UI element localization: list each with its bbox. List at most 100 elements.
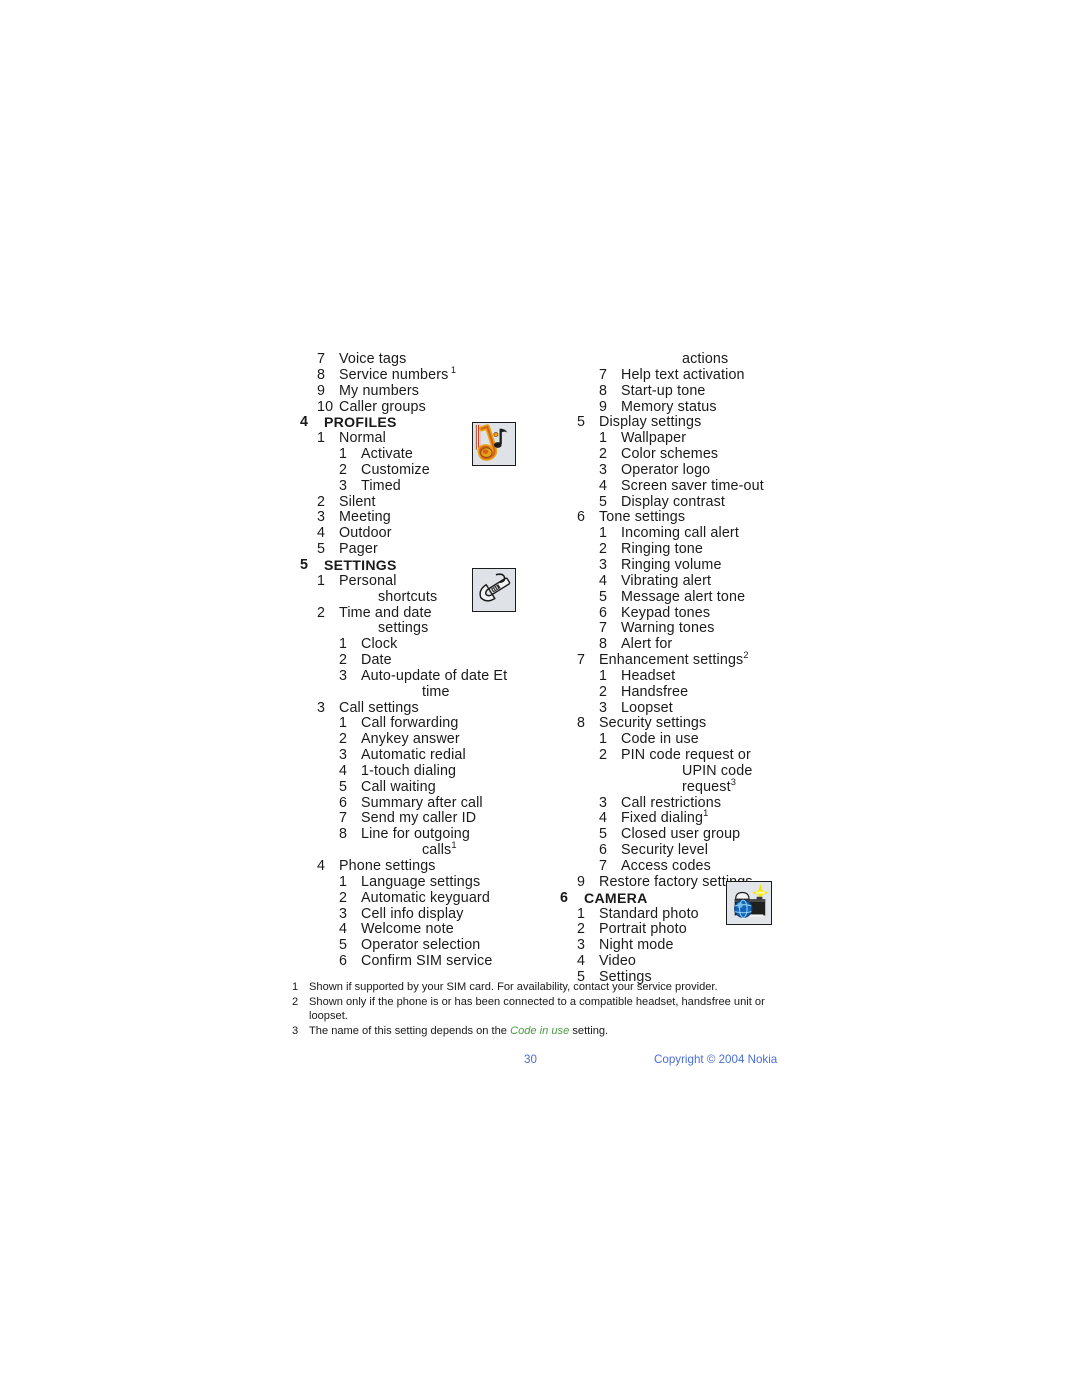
copyright-notice: Copyright © 2004 Nokia bbox=[654, 1053, 778, 1066]
menu-item-number: 6 bbox=[339, 953, 348, 970]
menu-item-number: 5 bbox=[577, 414, 586, 431]
menu-item-label: Message alert tone bbox=[621, 588, 800, 606]
menu-item-number: 6 bbox=[560, 889, 569, 906]
menu-item-label: Incoming call alert bbox=[621, 525, 800, 542]
menu-item-label: Pager bbox=[339, 541, 540, 558]
footnote-text: Shown only if the phone is or has been c… bbox=[309, 995, 765, 1023]
footnote-marker: 1 bbox=[451, 840, 457, 851]
footnote-text: The name of this setting depends on the bbox=[309, 1024, 511, 1037]
menu-item-label: Tone settings bbox=[599, 510, 800, 526]
menu-item-label: Operator logo bbox=[621, 462, 800, 479]
menu-item-number: 4 bbox=[599, 477, 608, 494]
menu-item-label: Screen saver time-out bbox=[621, 478, 800, 495]
menu-item: 5 Operator selection bbox=[300, 937, 540, 954]
footnote-number: 1 bbox=[292, 981, 299, 993]
menu-item-number: 3 bbox=[339, 905, 348, 922]
menu-item: 8 Service numbers 1 bbox=[300, 365, 540, 384]
menu-item-text: time bbox=[422, 683, 450, 700]
menu-item-text: Color schemes bbox=[621, 446, 719, 463]
menu-item-number: 4 bbox=[577, 953, 586, 970]
menu-item-label: Wallpaper bbox=[621, 430, 800, 447]
menu-item-number: 7 bbox=[317, 351, 326, 367]
menu-item-number: 2 bbox=[317, 493, 326, 510]
menu-item: 1 Headset bbox=[560, 668, 800, 685]
menu-item-number: 2 bbox=[339, 889, 348, 906]
menu-item-text: Welcome note bbox=[361, 921, 454, 938]
menu-item: 9 Memory status bbox=[560, 399, 800, 416]
menu-item-text: Display settings bbox=[599, 414, 702, 431]
menu-item-label: Start-up tone bbox=[621, 382, 800, 400]
menu-item-text: Ringing tone bbox=[621, 541, 703, 558]
menu-item: 4 Welcome note bbox=[300, 921, 540, 938]
menu-item: 3 Loopset bbox=[560, 699, 800, 717]
menu-item-number: 8 bbox=[599, 636, 608, 653]
menu-item: 6 Security level bbox=[560, 842, 800, 859]
menu-item: 3 Operator logo bbox=[560, 461, 800, 479]
menu-item-number: 5 bbox=[300, 556, 309, 573]
menu-item-label: Send my caller ID bbox=[361, 811, 540, 827]
menu-item-text: Display contrast bbox=[621, 493, 725, 510]
menu-item: 5 Display contrast bbox=[560, 493, 800, 511]
menu-item-text: Ringing volume bbox=[621, 556, 722, 573]
menu-item-text: settings bbox=[378, 620, 429, 637]
footnote: 3 The name of this setting depends on the… bbox=[292, 1024, 792, 1039]
menu-item-text: Clock bbox=[361, 636, 398, 653]
menu-item-label: Caller groups bbox=[339, 398, 540, 416]
menu-item-text: Call waiting bbox=[361, 778, 436, 795]
menu-item-label: Fixed dialing1 bbox=[621, 809, 800, 827]
menu-item-number: 7 bbox=[599, 620, 608, 637]
menu-item-number: 2 bbox=[599, 747, 608, 764]
menu-item-text: Caller groups bbox=[339, 398, 426, 415]
menu-item-text: Wallpaper bbox=[621, 430, 687, 447]
menu-item: 2 Automatic keyguard bbox=[300, 889, 540, 907]
menu-item-label: time bbox=[422, 683, 540, 701]
menu-item: settings bbox=[300, 620, 540, 637]
menu-item-number: 8 bbox=[599, 382, 608, 399]
menu-item-label: Automatic redial bbox=[361, 747, 540, 764]
menu-item: 2 Anykey answer bbox=[300, 731, 540, 748]
menu-item-text: Language settings bbox=[361, 873, 481, 890]
menu-item-text: Night mode bbox=[599, 937, 674, 954]
menu-item: 4 Phone settings bbox=[300, 858, 540, 875]
menu-item-number: 8 bbox=[317, 366, 326, 383]
menu-item-number: 1 bbox=[339, 636, 348, 653]
menu-item: 5 Call waiting bbox=[300, 778, 540, 796]
menu-item-label: Silent bbox=[339, 494, 540, 511]
menu-item-label: Security settings bbox=[599, 715, 800, 732]
footnote-text: setting. bbox=[569, 1024, 609, 1037]
menu-item-number: 10 bbox=[317, 398, 334, 415]
menu-item-label: Language settings bbox=[361, 873, 540, 891]
menu-item: 7 Enhancement settings2 bbox=[560, 651, 800, 669]
menu-item: 4 1-touch dialing bbox=[300, 762, 540, 780]
menu-item: 6 Tone settings bbox=[560, 510, 800, 526]
menu-item-text: Standard photo bbox=[599, 905, 699, 922]
menu-item-number: 3 bbox=[339, 477, 348, 494]
menu-item-text: Message alert tone bbox=[621, 588, 746, 605]
page-number: 30 bbox=[524, 1053, 537, 1066]
menu-item-label: Help text activation bbox=[621, 367, 800, 384]
menu-item-text: Security settings bbox=[599, 715, 707, 732]
menu-item: 8 Alert for bbox=[560, 636, 800, 653]
menu-item-text: Warning tones bbox=[621, 620, 715, 637]
menu-item-text: Phone settings bbox=[339, 858, 436, 874]
menu-item-number: 7 bbox=[599, 858, 608, 874]
menu-item-number: 1 bbox=[339, 873, 348, 890]
menu-item-text: Loopset bbox=[621, 699, 673, 716]
menu-item-number: 3 bbox=[599, 461, 608, 478]
menu-item-text: Start-up tone bbox=[621, 382, 706, 399]
menu-item-text: calls bbox=[422, 842, 452, 859]
menu-item-number: 3 bbox=[599, 556, 608, 573]
menu-item: 3 Automatic redial bbox=[300, 747, 540, 764]
menu-item-label: Ringing tone bbox=[621, 541, 800, 558]
menu-item: 7 Help text activation bbox=[560, 367, 800, 384]
menu-item-number: 2 bbox=[339, 731, 348, 748]
menu-item: actions bbox=[560, 351, 800, 368]
menu-item: 1 Language settings bbox=[300, 873, 540, 891]
menu-item: 2 Ringing tone bbox=[560, 541, 800, 558]
menu-item-label: Operator selection bbox=[361, 937, 540, 954]
menu-item-label: PIN code request or bbox=[621, 747, 800, 764]
footnote-emphasis: Code in use bbox=[510, 1024, 570, 1037]
menu-item-number: 4 bbox=[317, 525, 326, 542]
menu-item-number: 4 bbox=[339, 762, 348, 779]
menu-item: 6 Confirm SIM service bbox=[300, 953, 540, 970]
